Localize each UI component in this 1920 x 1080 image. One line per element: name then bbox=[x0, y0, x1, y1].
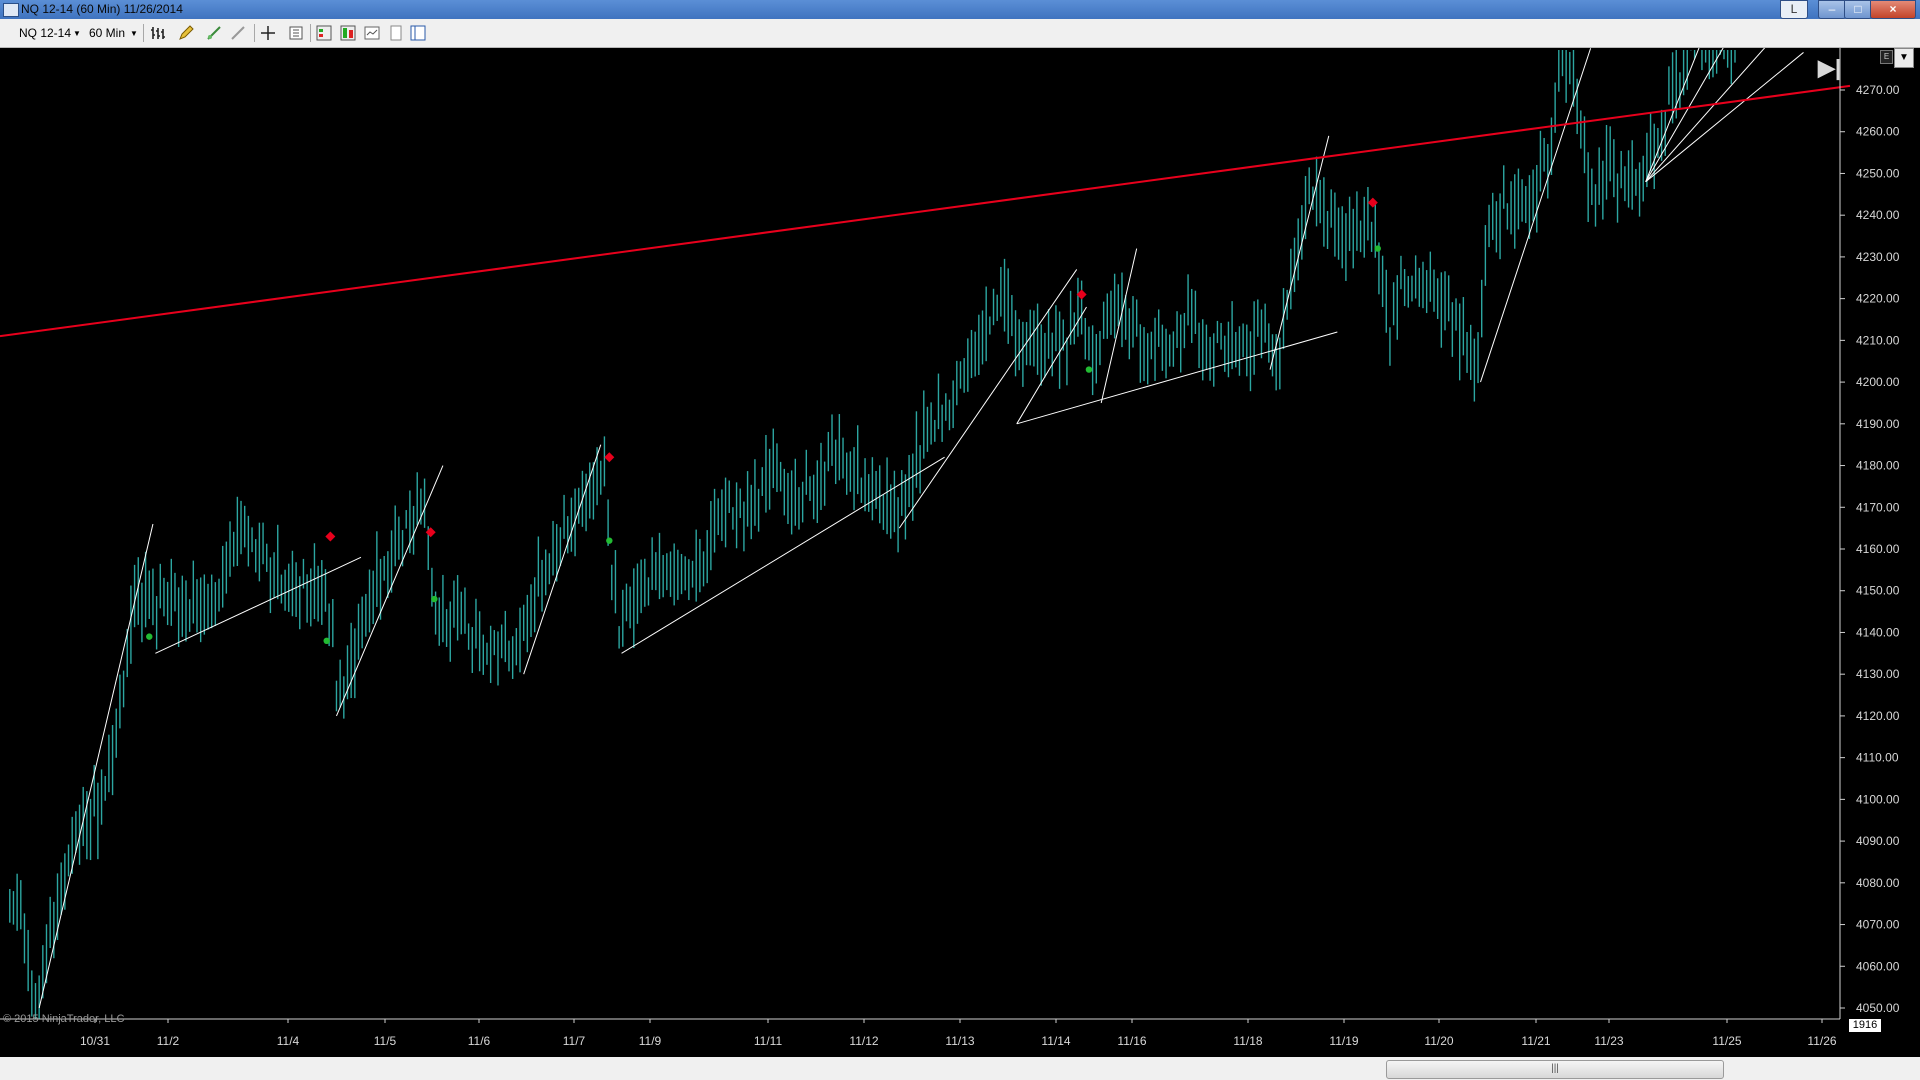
price-tick-label: 4060.00 bbox=[1856, 959, 1900, 973]
price-tick-label: 4130.00 bbox=[1856, 667, 1900, 681]
price-tick-label: 4160.00 bbox=[1856, 542, 1900, 556]
window-title: NQ 12-14 (60 Min) 11/26/2014 bbox=[21, 2, 183, 16]
price-tick-label: 4220.00 bbox=[1856, 292, 1900, 306]
interval-selector[interactable]: 60 Min bbox=[89, 26, 125, 40]
minimize-button[interactable]: – bbox=[1818, 0, 1846, 19]
low-signal-dot bbox=[606, 537, 613, 544]
price-tick-label: 4050.00 bbox=[1856, 1001, 1900, 1015]
time-tick-label: 10/31 bbox=[80, 1034, 110, 1048]
scrollbar-thumb[interactable]: ||| bbox=[1386, 1060, 1724, 1079]
price-tick-label: 4150.00 bbox=[1856, 584, 1900, 598]
time-tick-label: 11/5 bbox=[374, 1034, 397, 1048]
time-tick-label: 11/16 bbox=[1117, 1034, 1146, 1048]
axis-menu-chevron-icon[interactable]: ▼ bbox=[1894, 48, 1914, 68]
crosshair-icon[interactable] bbox=[260, 25, 276, 41]
chart-trader-icon[interactable] bbox=[316, 25, 332, 41]
price-tick-label: 4180.00 bbox=[1856, 459, 1900, 473]
time-tick-label: 11/11 bbox=[754, 1034, 783, 1048]
data-box-icon[interactable] bbox=[288, 25, 304, 41]
low-signal-dot bbox=[1085, 366, 1093, 373]
chart-toolbar: NQ 12-14 ▼ 60 Min ▼ bbox=[0, 19, 1920, 48]
price-tick-label: 4240.00 bbox=[1856, 208, 1900, 222]
maximize-button[interactable]: □ bbox=[1844, 0, 1872, 19]
price-tick-label: 4080.00 bbox=[1856, 876, 1900, 890]
time-tick-label: 11/7 bbox=[563, 1034, 586, 1048]
price-tick-label: 4110.00 bbox=[1856, 751, 1899, 765]
time-tick-label: 11/2 bbox=[157, 1034, 180, 1048]
price-tick-label: 4140.00 bbox=[1856, 625, 1900, 639]
price-chart[interactable]: 4270.00 4260.00 4250.00 4240.00 4230.00 4220.… bbox=[0, 48, 1920, 1057]
instrument-dropdown-icon[interactable]: ▼ bbox=[73, 29, 81, 38]
add-indicator-icon[interactable] bbox=[206, 25, 222, 41]
time-tick-label: 11/19 bbox=[1329, 1034, 1358, 1048]
interval-dropdown-icon[interactable]: ▼ bbox=[130, 29, 138, 38]
strategy-analyzer-icon[interactable] bbox=[340, 25, 356, 41]
price-tick-label: 4070.00 bbox=[1856, 918, 1900, 932]
close-button[interactable]: × bbox=[1870, 0, 1916, 19]
time-tick-label: 11/14 bbox=[1041, 1034, 1070, 1048]
time-tick-label: 11/9 bbox=[639, 1034, 662, 1048]
copyright-label: © 2015 NinjaTrader, LLC bbox=[3, 1013, 125, 1025]
layout-icon[interactable] bbox=[410, 25, 426, 41]
time-tick-label: 11/20 bbox=[1424, 1034, 1453, 1048]
price-tick-label: 4100.00 bbox=[1856, 792, 1900, 806]
toolbar-separator bbox=[254, 24, 255, 42]
low-signal-dot bbox=[323, 637, 330, 644]
time-tick-label: 11/18 bbox=[1233, 1034, 1262, 1048]
price-tick-label: 4200.00 bbox=[1856, 375, 1900, 389]
go-to-end-icon[interactable]: ▶| bbox=[1818, 55, 1841, 81]
bar-type-icon[interactable] bbox=[150, 25, 166, 41]
time-tick-label: 11/12 bbox=[849, 1034, 878, 1048]
price-tick-label: 4090.00 bbox=[1856, 834, 1900, 848]
strategy-icon[interactable] bbox=[230, 25, 246, 41]
price-tick-label: 4270.00 bbox=[1856, 83, 1900, 97]
window-titlebar: NQ 12-14 (60 Min) 11/26/2014 L – □ × bbox=[0, 0, 1920, 19]
time-tick-label: 11/6 bbox=[468, 1034, 491, 1048]
price-tick-label: 4210.00 bbox=[1856, 333, 1900, 347]
properties-icon[interactable] bbox=[364, 25, 380, 41]
price-tick-label: 4190.00 bbox=[1856, 417, 1900, 431]
time-tick-label: 11/21 bbox=[1521, 1034, 1550, 1048]
toolbar-separator bbox=[143, 24, 144, 42]
price-tick-label: 4170.00 bbox=[1856, 500, 1900, 514]
price-tick-label: 4250.00 bbox=[1856, 166, 1900, 180]
link-button[interactable]: L bbox=[1780, 0, 1808, 19]
low-signal-dot bbox=[1374, 245, 1381, 252]
toolbar-separator bbox=[310, 24, 311, 42]
price-tick-label: 4230.00 bbox=[1856, 250, 1900, 264]
app-icon bbox=[3, 3, 19, 17]
time-tick-label: 11/23 bbox=[1594, 1034, 1623, 1048]
time-tick-label: 11/13 bbox=[945, 1034, 974, 1048]
time-tick-label: 11/26 bbox=[1807, 1034, 1836, 1048]
price-tick-label: 4260.00 bbox=[1856, 125, 1900, 139]
low-signal-dot bbox=[146, 633, 153, 640]
time-tick-label: 11/4 bbox=[277, 1034, 300, 1048]
price-tick-label: 4120.00 bbox=[1856, 709, 1900, 723]
time-tick-label: 11/25 bbox=[1712, 1034, 1741, 1048]
doc-icon[interactable] bbox=[388, 25, 404, 41]
low-signal-dot bbox=[431, 595, 438, 603]
bar-count-label: 1916 bbox=[1848, 1018, 1882, 1033]
instrument-selector[interactable]: NQ 12-14 bbox=[19, 26, 71, 40]
horizontal-scrollbar[interactable]: ||| bbox=[0, 1057, 1920, 1080]
panel-pin-icon[interactable]: E bbox=[1880, 50, 1893, 64]
drawing-pencil-icon[interactable] bbox=[178, 25, 194, 41]
